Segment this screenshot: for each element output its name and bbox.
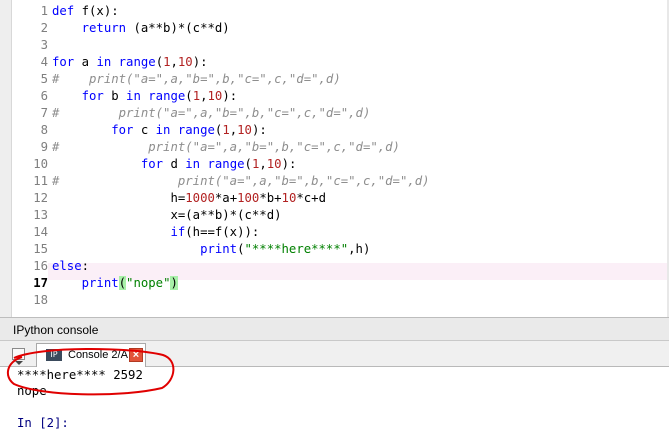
- console-output[interactable]: ****here**** 2592 nope In [2]:: [0, 367, 669, 430]
- close-icon[interactable]: ×: [129, 348, 143, 362]
- console-prompt: In [2]:: [17, 416, 69, 430]
- code-line[interactable]: 16 else:: [12, 258, 662, 275]
- console-output-line: ****here**** 2592: [17, 368, 143, 382]
- code-text: for d in range(1,10):: [52, 157, 297, 171]
- code-text: for c in range(1,10):: [52, 123, 267, 137]
- code-line[interactable]: 7 # print("a=",a,"b=",b,"c=",c,"d=",d): [12, 105, 662, 122]
- code-line[interactable]: 8 for c in range(1,10):: [12, 122, 662, 139]
- console-panel-header: IPython console: [0, 317, 669, 341]
- code-text: for b in range(1,10):: [52, 89, 238, 103]
- code-line[interactable]: 1 def f(x):: [12, 3, 662, 20]
- line-number: 16: [33, 259, 48, 273]
- line-number: 3: [40, 38, 48, 52]
- editor-gutter: [0, 0, 12, 317]
- line-number: 2: [40, 21, 48, 35]
- code-text: print("nope"): [52, 276, 178, 290]
- code-text: else:: [52, 259, 90, 273]
- tab-console[interactable]: IP Console 2/A ×: [36, 343, 146, 367]
- code-text: for a in range(1,10):: [52, 55, 208, 69]
- code-text: x=(a**b)*(c**d): [52, 208, 282, 222]
- code-text: h=1000*a+100*b+10*c+d: [52, 191, 326, 205]
- code-line[interactable]: 5 # print("a=",a,"b=",b,"c=",c,"d=",d): [12, 71, 662, 88]
- console-output-line: nope: [17, 384, 47, 398]
- code-text: if(h==f(x)):: [52, 225, 260, 239]
- line-number: 5: [40, 72, 48, 86]
- code-text: # print("a=",a,"b=",b,"c=",c,"d=",d): [52, 174, 430, 188]
- code-line[interactable]: 12 h=1000*a+100*b+10*c+d: [12, 190, 662, 207]
- code-line[interactable]: 4 for a in range(1,10):: [12, 54, 662, 71]
- console-panel-title: IPython console: [13, 323, 99, 337]
- code-line[interactable]: 6 for b in range(1,10):: [12, 88, 662, 105]
- line-number: 10: [33, 157, 48, 171]
- line-number: 18: [33, 293, 48, 307]
- code-text: # print("a=",a,"b=",b,"c=",c,"d=",d): [52, 140, 400, 154]
- code-line[interactable]: 3: [12, 37, 662, 54]
- line-number: 8: [40, 123, 48, 137]
- ipython-icon: IP: [46, 349, 62, 361]
- code-text: return (a**b)*(c**d): [52, 21, 230, 35]
- line-number: 4: [40, 55, 48, 69]
- code-line[interactable]: 9 # print("a=",a,"b=",b,"c=",c,"d=",d): [12, 139, 662, 156]
- code-line[interactable]: 13 x=(a**b)*(c**d): [12, 207, 662, 224]
- code-line[interactable]: 10 for d in range(1,10):: [12, 156, 662, 173]
- code-line[interactable]: 2 return (a**b)*(c**d): [12, 20, 662, 37]
- code-line[interactable]: 11 # print("a=",a,"b=",b,"c=",c,"d=",d): [12, 173, 662, 190]
- line-number: 1: [40, 4, 48, 18]
- code-text: def f(x):: [52, 4, 119, 18]
- code-text: # print("a=",a,"b=",b,"c=",c,"d=",d): [52, 106, 371, 120]
- line-number: 14: [33, 225, 48, 239]
- code-line[interactable]: 17 print("nope"): [12, 275, 662, 292]
- console-tab-bar: IP Console 2/A ×: [0, 341, 669, 367]
- code-line[interactable]: 18: [12, 292, 662, 309]
- line-number: 6: [40, 89, 48, 103]
- code-line[interactable]: 15 print("****here****",h): [12, 241, 662, 258]
- line-number: 12: [33, 191, 48, 205]
- line-number: 9: [40, 140, 48, 154]
- tab-options-icon[interactable]: [12, 348, 26, 365]
- line-number: 7: [40, 106, 48, 120]
- code-text: print("****here****",h): [52, 242, 371, 256]
- code-line[interactable]: 14 if(h==f(x)):: [12, 224, 662, 241]
- line-number: 17: [33, 276, 48, 290]
- line-number: 13: [33, 208, 48, 222]
- line-number: 11: [33, 174, 48, 188]
- code-editor[interactable]: 1 def f(x): 2 return (a**b)*(c**d) 3 4 for a …: [0, 0, 669, 317]
- tab-console-label: Console 2/A: [68, 349, 128, 361]
- code-text: # print("a=",a,"b=",b,"c=",c,"d=",d): [52, 72, 341, 86]
- line-number: 15: [33, 242, 48, 256]
